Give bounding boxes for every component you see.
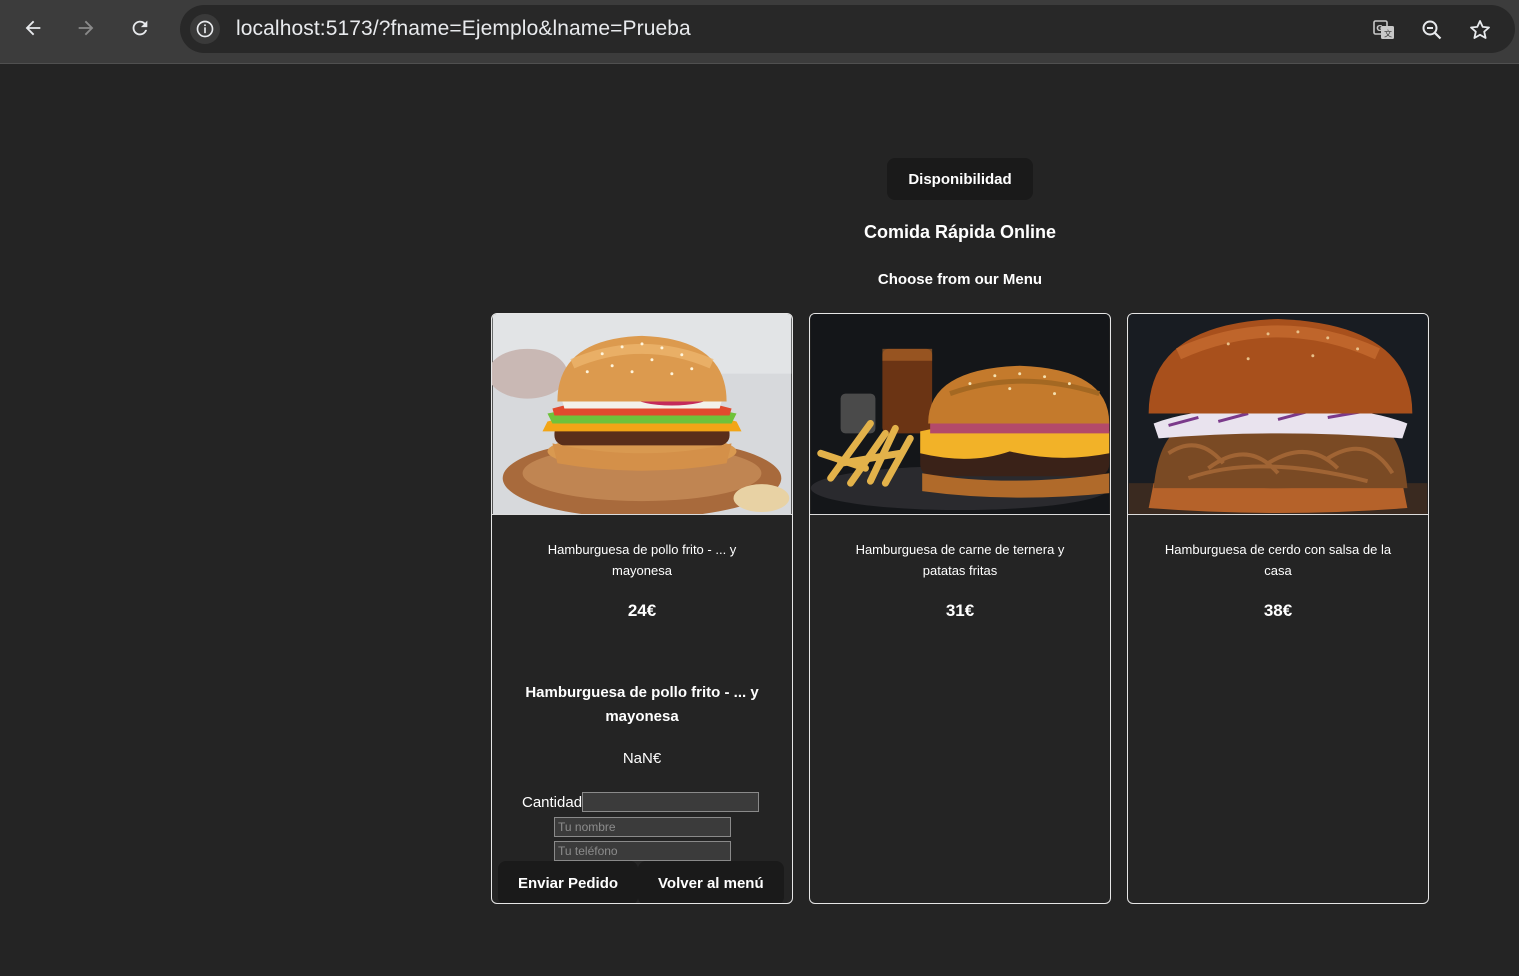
product-card[interactable]: Hamburguesa de cerdo con salsa de la cas… bbox=[1127, 313, 1429, 904]
order-price: NaN€ bbox=[622, 750, 662, 767]
product-price: 38€ bbox=[1263, 601, 1293, 620]
name-input[interactable] bbox=[554, 817, 731, 837]
order-form: Hamburguesa de pollo frito - ... y mayon… bbox=[492, 681, 792, 903]
product-description: Hamburguesa de cerdo con salsa de la cas… bbox=[1164, 542, 1392, 578]
translate-icon[interactable]: G文 bbox=[1369, 15, 1399, 45]
bookmark-star-icon[interactable] bbox=[1465, 15, 1495, 45]
page-subtitle: Choose from our Menu bbox=[877, 271, 1043, 288]
product-description: Hamburguesa de carne de ternera y patata… bbox=[855, 542, 1065, 578]
phone-input[interactable] bbox=[554, 841, 731, 861]
svg-text:文: 文 bbox=[1384, 29, 1392, 39]
address-bar[interactable]: localhost:5173/?fname=Ejemplo&lname=Prue… bbox=[180, 5, 1515, 53]
zoom-icon[interactable] bbox=[1417, 15, 1447, 45]
back-to-menu-button[interactable]: Volver al menú bbox=[638, 861, 784, 903]
url-text[interactable]: localhost:5173/?fname=Ejemplo&lname=Prue… bbox=[236, 17, 691, 41]
submit-order-button[interactable]: Enviar Pedido bbox=[498, 861, 639, 903]
svg-text:G: G bbox=[1376, 24, 1383, 33]
site-info-icon[interactable] bbox=[190, 14, 220, 44]
product-image-chicken-burger bbox=[492, 314, 792, 515]
product-price: 24€ bbox=[627, 601, 657, 620]
product-card[interactable]: Hamburguesa de pollo frito - ... y mayon… bbox=[491, 313, 793, 904]
forward-icon[interactable] bbox=[68, 10, 104, 46]
product-image-beef-burger bbox=[810, 314, 1110, 515]
browser-toolbar: localhost:5173/?fname=Ejemplo&lname=Prue… bbox=[0, 0, 1519, 64]
product-card[interactable]: Hamburguesa de carne de ternera y patata… bbox=[809, 313, 1111, 904]
order-product-name: Hamburguesa de pollo frito - ... y mayon… bbox=[525, 684, 759, 725]
back-icon[interactable] bbox=[15, 10, 51, 46]
product-description: Hamburguesa de pollo frito - ... y mayon… bbox=[547, 542, 737, 578]
page-title: Comida Rápida Online bbox=[863, 222, 1057, 242]
reload-icon[interactable] bbox=[122, 10, 158, 46]
quantity-label: Cantidad bbox=[522, 793, 583, 811]
quantity-input[interactable] bbox=[582, 792, 760, 812]
product-price: 31€ bbox=[945, 601, 975, 620]
availability-button[interactable]: Disponibilidad bbox=[887, 158, 1033, 200]
order-actions: Enviar Pedido Volver al menú bbox=[498, 861, 784, 903]
quantity-row: Cantidad bbox=[522, 792, 760, 812]
product-image-pork-burger bbox=[1128, 314, 1428, 515]
